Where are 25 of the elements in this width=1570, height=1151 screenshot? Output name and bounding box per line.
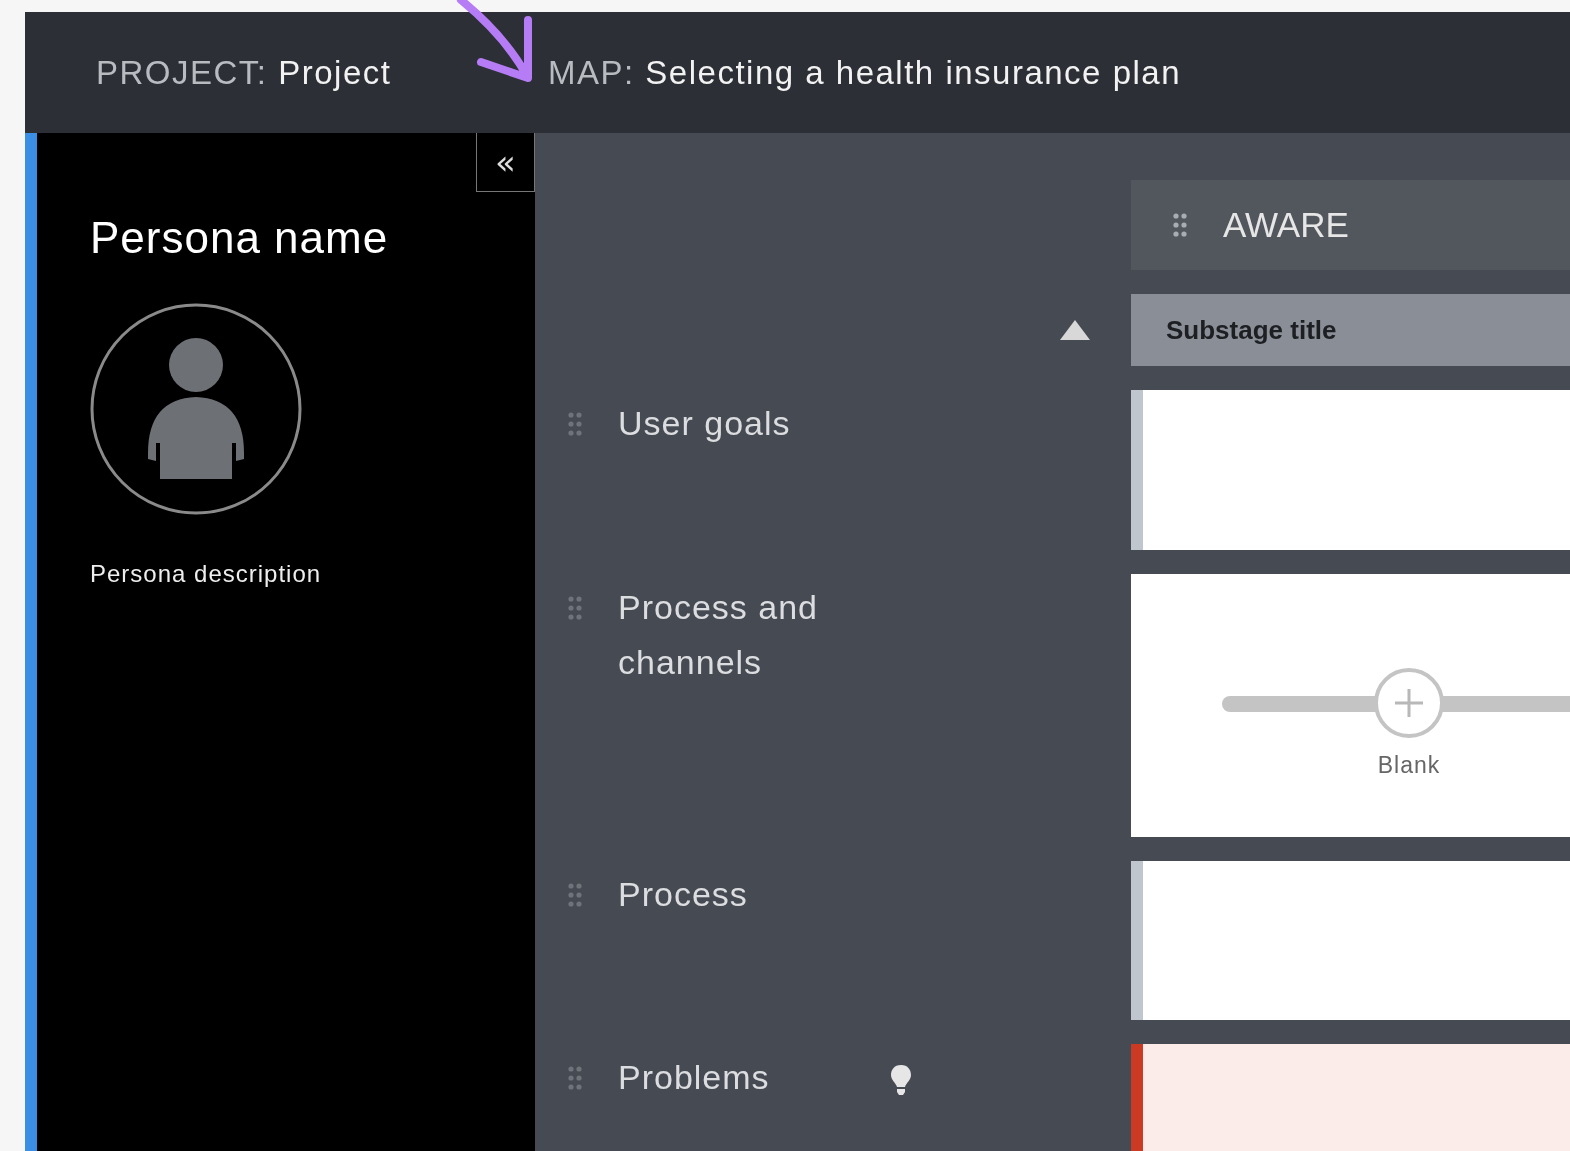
lane-label: Problems <box>618 1057 771 1098</box>
collapse-button[interactable]: « <box>476 133 535 192</box>
map-title: MAP: Selecting a health insurance plan <box>548 53 1183 92</box>
lightbulb-icon[interactable] <box>890 1064 912 1096</box>
lane-label: Process <box>618 874 749 915</box>
lane-card[interactable] <box>1131 390 1570 550</box>
lane-label: User goals <box>618 403 792 444</box>
persona-name: Persona name <box>90 213 390 263</box>
drag-handle-icon[interactable] <box>568 596 582 620</box>
substage-title: Substage title <box>1166 314 1337 346</box>
drag-handle-icon[interactable] <box>568 1066 582 1090</box>
drag-handle-icon[interactable] <box>568 883 582 907</box>
project-title: PROJECT: Project <box>96 53 393 92</box>
stage-title: AWARE <box>1223 205 1349 245</box>
persona-description: Persona description <box>90 560 323 588</box>
drag-handle-icon[interactable] <box>1173 213 1187 237</box>
drag-handle-icon[interactable] <box>568 412 582 436</box>
problem-card[interactable] <box>1131 1044 1570 1151</box>
point-label: Blank <box>1376 752 1442 779</box>
avatar-icon <box>90 303 302 515</box>
lane-card[interactable]: Blank <box>1131 574 1570 837</box>
collapse-triangle-icon[interactable] <box>1059 319 1091 341</box>
lane-label: Process and channels <box>618 587 819 683</box>
plus-icon <box>1392 686 1426 720</box>
lane-card[interactable] <box>1131 861 1570 1020</box>
